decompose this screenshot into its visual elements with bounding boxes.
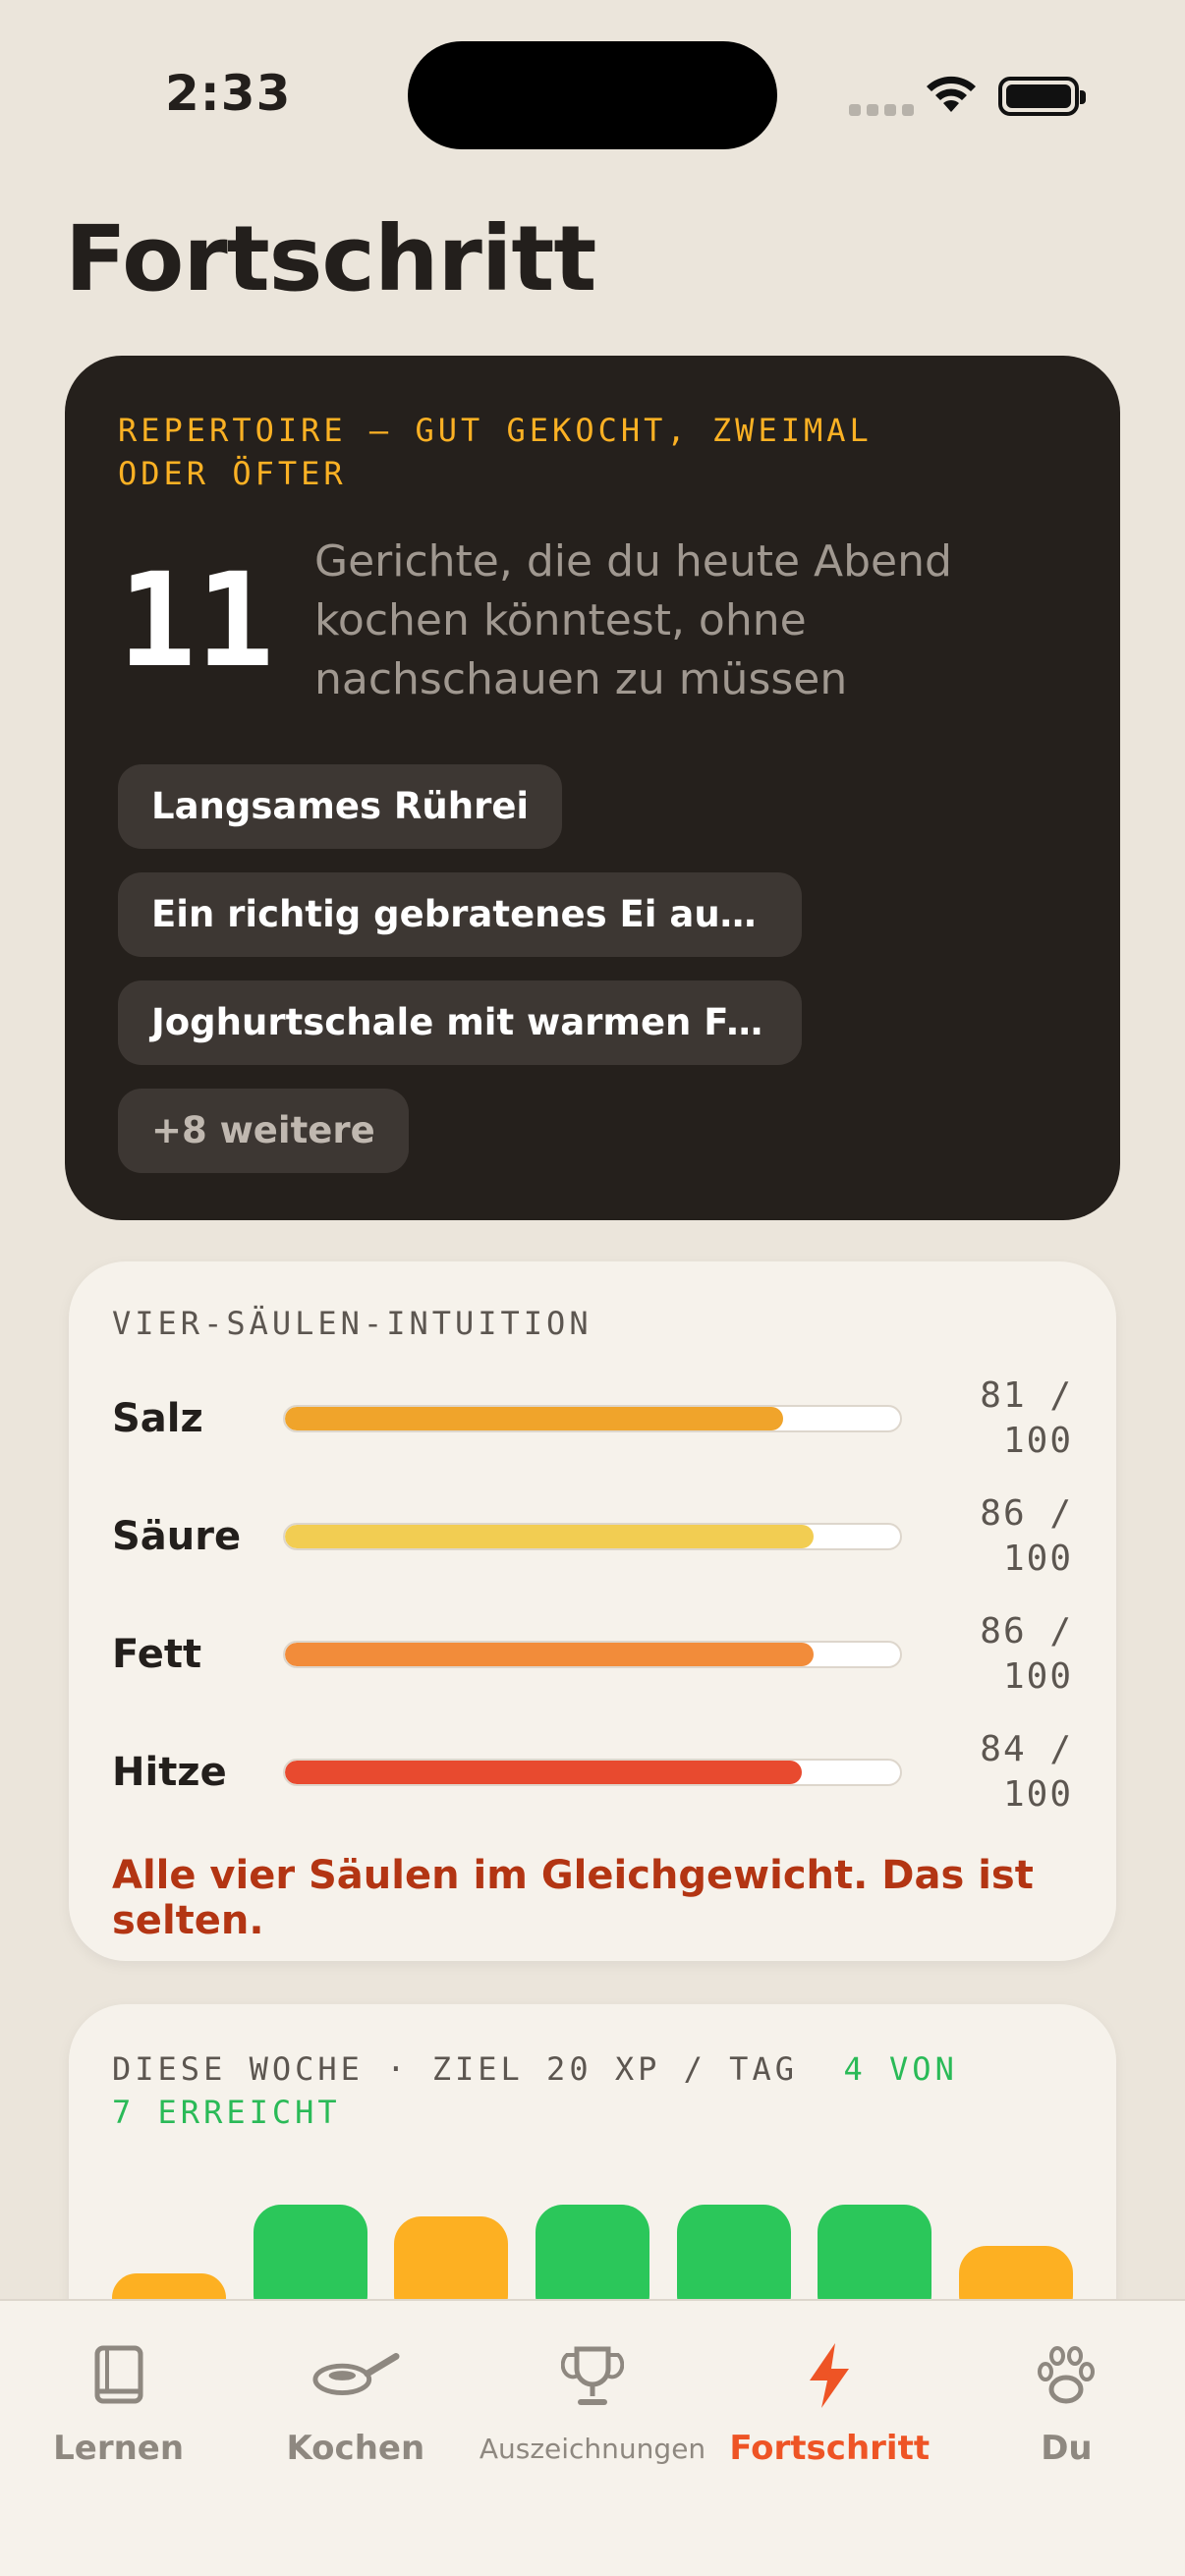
pillar-row: Fett 86 / 100 — [112, 1596, 1073, 1713]
dish-chip[interactable]: Langsames Rührei — [118, 764, 563, 849]
tab-label: Du — [1041, 2429, 1093, 2468]
tab-label: Auszeichnungen — [479, 2433, 706, 2465]
trophy-icon — [548, 2336, 637, 2415]
pillar-progress-bar — [283, 1641, 902, 1668]
pillar-row: Hitze 84 / 100 — [112, 1713, 1073, 1831]
tab-kochen[interactable]: Kochen — [237, 2336, 474, 2576]
more-dishes-chip[interactable]: +8 weitere — [118, 1089, 409, 1173]
pillar-score: 81 / 100 — [980, 1375, 1073, 1461]
tab-label: Lernen — [53, 2429, 185, 2468]
pillar-name: Säure — [112, 1514, 242, 1559]
pillar-name: Fett — [112, 1632, 202, 1677]
pillar-progress-fill — [285, 1525, 815, 1548]
pillar-row: Säure 86 / 100 — [112, 1478, 1073, 1596]
pillars-eyebrow: VIER-SÄULEN-INTUITION — [112, 1305, 592, 1342]
tab-bar: Lernen Kochen Auszeichnungen Fortschritt… — [0, 2299, 1185, 2576]
pillar-progress-fill — [285, 1761, 802, 1784]
pillar-progress-fill — [285, 1643, 815, 1666]
tab-auszeichnungen[interactable]: Auszeichnungen — [474, 2336, 710, 2576]
tab-du[interactable]: Du — [948, 2336, 1185, 2576]
pillar-list: Salz 81 / 100 Säure 86 / 100 Fett 86 / 1… — [112, 1360, 1073, 1831]
week-goal-label: DIESE WOCHE · ZIEL 20 XP / TAG — [112, 2050, 798, 2088]
tab-lernen[interactable]: Lernen — [0, 2336, 237, 2576]
pillar-progress-bar — [283, 1405, 902, 1432]
pillar-row: Salz 81 / 100 — [112, 1360, 1073, 1478]
bolt-icon — [785, 2336, 874, 2415]
pillar-progress-bar — [283, 1523, 902, 1550]
pillar-score: 86 / 100 — [980, 1611, 1073, 1697]
pillar-name: Salz — [112, 1396, 203, 1441]
pillar-progress-bar — [283, 1759, 902, 1786]
battery-icon — [998, 77, 1086, 116]
repertoire-eyebrow: REPERTOIRE — GUT GEKOCHT, ZWEIMAL ODER Ö… — [118, 412, 873, 492]
repertoire-description: Gerichte, die du heute Abend kochen könn… — [314, 536, 952, 704]
repertoire-count: 11 — [118, 545, 274, 697]
pillars-balance-note: Alle vier Säulen im Gleichgewicht. Das i… — [112, 1853, 1034, 1943]
tab-fortschritt[interactable]: Fortschritt — [711, 2336, 948, 2576]
page-title: Fortschritt — [65, 206, 596, 311]
week-eyebrow: DIESE WOCHE · ZIEL 20 XP / TAG 4 VON 7 E… — [112, 2047, 996, 2134]
pan-icon — [311, 2336, 400, 2415]
dynamic-island — [408, 41, 777, 149]
pillar-progress-fill — [285, 1407, 784, 1430]
tab-label: Fortschritt — [729, 2429, 931, 2468]
pillar-score: 84 / 100 — [980, 1729, 1073, 1815]
repertoire-card: REPERTOIRE — GUT GEKOCHT, ZWEIMAL ODER Ö… — [65, 356, 1120, 1220]
wifi-icon — [927, 76, 976, 112]
tab-label: Kochen — [286, 2429, 425, 2468]
pillar-name: Hitze — [112, 1750, 227, 1795]
dish-chip-list: Langsames Rührei Ein richtig gebratenes … — [118, 764, 1067, 1173]
dish-chip[interactable]: Joghurtschale mit warmen Früchten — [118, 980, 802, 1065]
paw-icon — [1022, 2336, 1110, 2415]
dish-chip[interactable]: Ein richtig gebratenes Ei auf Toast — [118, 872, 802, 957]
book-icon — [75, 2336, 163, 2415]
cellular-signal-icon — [849, 104, 914, 116]
pillar-score: 86 / 100 — [980, 1493, 1073, 1579]
status-time: 2:33 — [165, 65, 292, 122]
pillars-card: VIER-SÄULEN-INTUITION Salz 81 / 100 Säur… — [69, 1261, 1116, 1961]
